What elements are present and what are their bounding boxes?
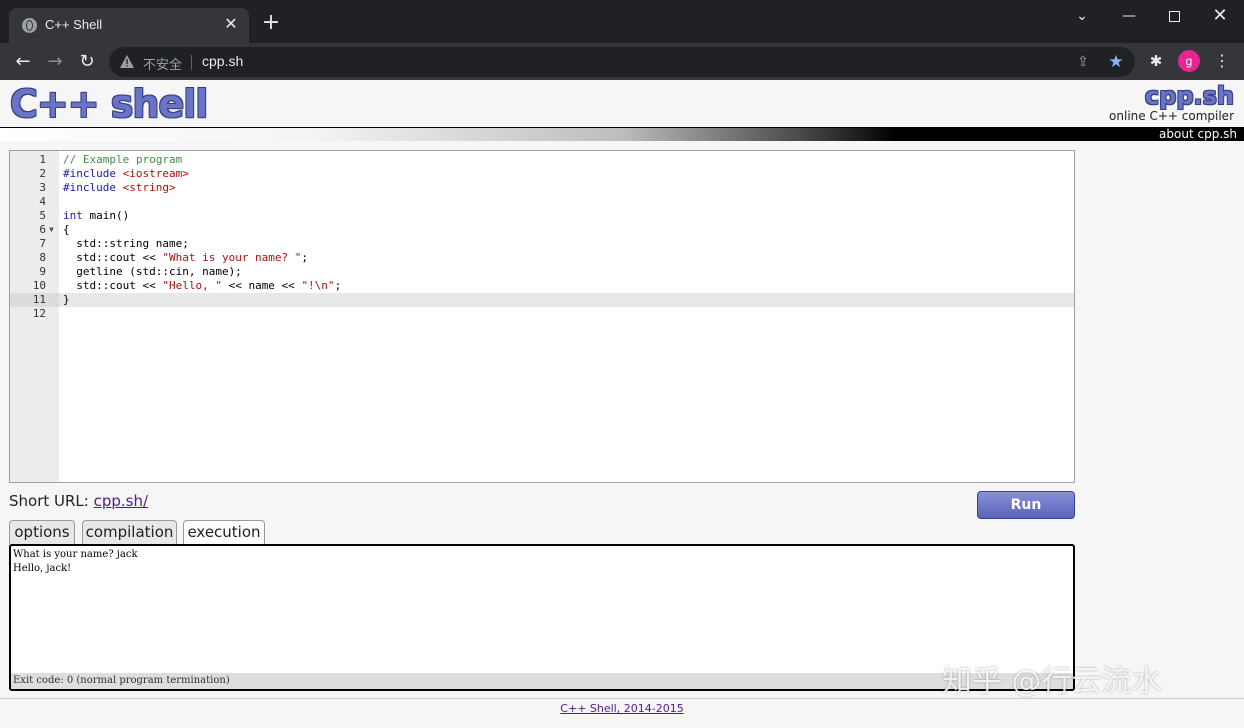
code-text: #include <string> (63, 181, 176, 194)
back-arrow-icon[interactable]: ← (11, 50, 35, 74)
code-text: getline (std::cin, name); (63, 265, 242, 278)
line-number: 12 (32, 307, 46, 320)
exit-code-status: Exit code: 0 (normal program termination… (11, 673, 1073, 689)
code-line[interactable]: 8 std::cout << "What is your name? "; (10, 251, 1074, 265)
chevron-down-icon[interactable]: ⌄ (1070, 6, 1094, 26)
fold-arrow-icon[interactable]: ▼ (49, 223, 54, 237)
program-output: What is your name? jack Hello, jack! (13, 549, 138, 574)
tab-compilation[interactable]: compilation (82, 520, 177, 545)
execution-output[interactable]: What is your name? jack Hello, jack! Exi… (9, 544, 1075, 691)
run-button[interactable]: Run (977, 491, 1075, 519)
code-text: { (63, 223, 70, 236)
page-content: C++ shell cpp.sh online C++ compiler abo… (0, 80, 1244, 728)
url-text[interactable]: cpp.sh (202, 53, 243, 69)
warning-icon (120, 55, 134, 68)
browser-toolbar: ← → ↻ 不安全 cpp.sh ⇪ ★ ✱ g ⋮ (0, 43, 1244, 80)
code-editor[interactable]: 1// Example program 2 #include <iostream> 3… (9, 150, 1075, 483)
line-number: 2 (39, 167, 46, 180)
code-line[interactable]: 2 #include <iostream> (10, 167, 1074, 181)
new-tab-icon[interactable]: + (260, 12, 282, 34)
code-line[interactable]: 9 getline (std::cin, name); (10, 265, 1074, 279)
code-line[interactable]: 5 int main() (10, 209, 1074, 223)
code-line[interactable]: 3 #include <string> (10, 181, 1074, 195)
line-number: 7 (39, 237, 46, 250)
close-tab-icon[interactable]: ✕ (221, 14, 241, 34)
short-url-label: Short URL: (9, 492, 89, 510)
share-icon[interactable]: ⇪ (1074, 53, 1092, 71)
line-number: 3 (39, 181, 46, 194)
short-url: Short URL: cpp.sh/ (9, 492, 148, 510)
line-number: 1 (39, 153, 46, 166)
globe-icon (22, 18, 37, 33)
code-line[interactable]: 7 std::string name; (10, 237, 1074, 251)
address-bar[interactable]: 不安全 cpp.sh ⇪ ★ (109, 47, 1135, 77)
code-text: std::cout << "Hello, " << name << "!\n"; (63, 279, 342, 292)
more-menu-icon[interactable]: ⋮ (1212, 50, 1232, 72)
site-logo[interactable]: C++ shell (10, 82, 208, 126)
short-url-link[interactable]: cpp.sh/ (94, 492, 148, 510)
code-text: std::cout << "What is your name? "; (63, 251, 309, 264)
line-number: 6 (39, 223, 46, 236)
footer: C++ Shell, 2014-2015 (0, 698, 1244, 728)
code-text: #include <iostream> (63, 167, 189, 180)
line-number: 4 (39, 195, 46, 208)
code-line[interactable]: 1 // Example program (10, 153, 1074, 167)
code-line[interactable]: 11} (10, 293, 1074, 307)
tab-title: C++ Shell (45, 17, 103, 32)
header-gradient-bar: about cpp.sh (0, 127, 1244, 141)
insecure-label: 不安全 (143, 57, 183, 72)
line-number: 11 (32, 293, 46, 306)
about-link[interactable]: about cpp.sh (1159, 127, 1237, 141)
code-text: std::string name; (63, 237, 189, 250)
close-window-icon[interactable]: ✕ (1208, 6, 1232, 26)
omnibox-divider (191, 55, 192, 70)
code-text: } (63, 293, 70, 306)
code-text: int main() (63, 209, 130, 222)
line-number: 9 (39, 265, 46, 278)
site-header: C++ shell cpp.sh online C++ compiler (0, 80, 1244, 127)
profile-avatar[interactable]: g (1178, 50, 1200, 72)
maximize-icon[interactable] (1162, 6, 1186, 26)
code-text: // Example program (63, 153, 183, 166)
line-number: 10 (32, 279, 46, 292)
browser-title-bar: C++ Shell ✕ + ⌄ — ✕ (0, 0, 1244, 43)
brand-name: cpp.sh (1144, 82, 1234, 110)
code-line[interactable]: 10 std::cout << "Hello, " << name << "!\… (10, 279, 1074, 293)
forward-arrow-icon[interactable]: → (43, 50, 67, 74)
browser-tab[interactable]: C++ Shell ✕ (9, 8, 249, 43)
code-lines: 1// Example program 2 #include <iostream> 3… (10, 153, 1074, 321)
extensions-puzzle-icon[interactable]: ✱ (1146, 51, 1166, 71)
code-line[interactable]: 12 (10, 307, 1074, 321)
minimize-icon[interactable]: — (1117, 6, 1141, 26)
tab-execution[interactable]: execution (183, 520, 265, 546)
code-line[interactable]: 6 ▼ { (10, 223, 1074, 237)
bookmark-star-icon[interactable]: ★ (1106, 52, 1126, 72)
reload-icon[interactable]: ↻ (75, 50, 99, 74)
footer-link[interactable]: C++ Shell, 2014-2015 (560, 702, 683, 715)
line-number: 5 (39, 209, 46, 222)
tagline: online C++ compiler (1109, 109, 1234, 123)
tab-options[interactable]: options (9, 520, 75, 545)
watermark: 知乎 @行云流水 (942, 664, 1162, 699)
line-number: 8 (39, 251, 46, 264)
code-line[interactable]: 4 (10, 195, 1074, 209)
